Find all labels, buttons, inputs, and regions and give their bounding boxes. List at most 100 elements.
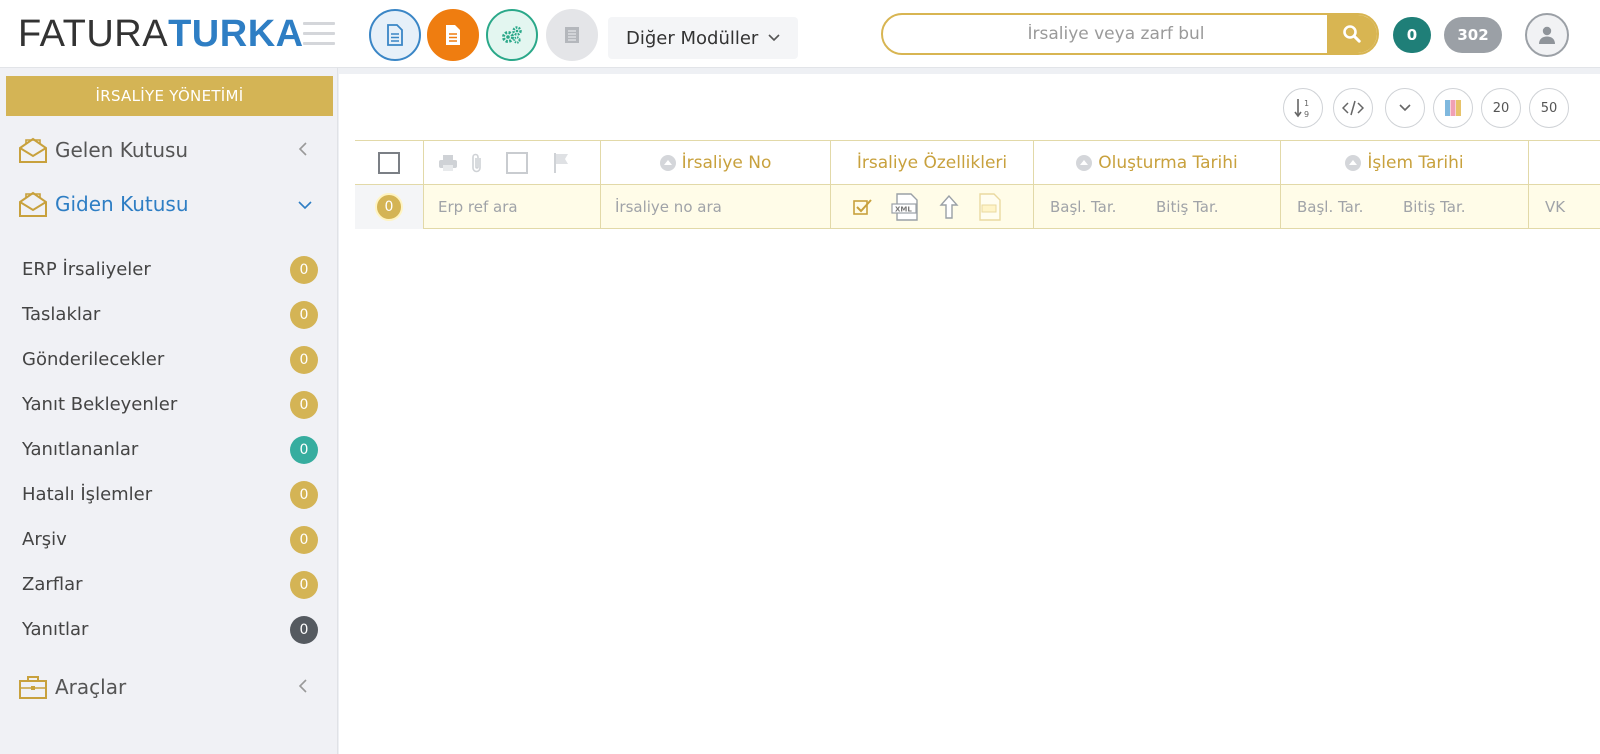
count-badge: 0 — [290, 391, 318, 419]
chevron-down-icon — [1399, 104, 1411, 112]
column-header-label: İşlem Tarihi — [1367, 153, 1464, 173]
sidebar-item-envelopes[interactable]: Zarflar 0 — [0, 564, 338, 604]
document-filled-icon — [446, 25, 460, 45]
column-header-created-date[interactable]: Oluşturma Tarihi — [1034, 141, 1281, 185]
sidebar-item-responded[interactable]: Yanıtlananlar 0 — [0, 429, 338, 469]
sidebar-section-outbox[interactable]: Giden Kutusu — [0, 184, 338, 224]
sidebar-section-label: Giden Kutusu — [55, 192, 189, 216]
process-start-date-input[interactable] — [1297, 196, 1397, 218]
print-icon[interactable] — [438, 154, 458, 172]
sidebar-item-label: ERP İrsaliyeler — [22, 259, 151, 280]
sidebar-item-awaiting-response[interactable]: Yanıt Bekleyenler 0 — [0, 384, 338, 424]
other-modules-dropdown[interactable]: Diğer Modüller — [608, 17, 799, 59]
sidebar-item-label: Hatalı İşlemler — [22, 484, 153, 505]
column-header-waybill-no[interactable]: İrsaliye No — [601, 141, 831, 185]
waybill-no-search-input[interactable] — [615, 196, 815, 218]
count-badge: 0 — [290, 526, 318, 554]
sort-up-icon — [1345, 155, 1362, 171]
sidebar-section-label: Gelen Kutusu — [55, 138, 189, 162]
waybill-grid: İrsaliye No İrsaliye Özellikleri Oluştur… — [355, 140, 1600, 229]
expand-options-button[interactable] — [1385, 88, 1425, 128]
select-all-cell — [355, 141, 424, 185]
vkn-filter-cell — [1529, 185, 1600, 229]
svg-text:1: 1 — [1304, 99, 1309, 108]
created-end-date-input[interactable] — [1156, 196, 1266, 218]
count-badge: 0 — [290, 436, 318, 464]
code-icon — [1342, 100, 1364, 116]
flag-icon[interactable] — [552, 152, 570, 174]
sidebar-item-archive[interactable]: Arşiv 0 — [0, 519, 338, 559]
vkn-search-input[interactable] — [1545, 196, 1595, 218]
chevron-left-icon — [298, 140, 308, 161]
main-content: 1 9 20 50 İrsaliye No İrsaliye Özellikle… — [339, 74, 1600, 754]
sort-up-icon — [659, 155, 676, 171]
sidebar-item-drafts[interactable]: Taslaklar 0 — [0, 294, 338, 334]
sidebar: İRSALİYE YÖNETİMİ Gelen Kutusu Giden Kut… — [0, 68, 338, 754]
sidebar-item-responses[interactable]: Yanıtlar 0 — [0, 609, 338, 649]
column-header-label: İrsaliye Özellikleri — [856, 153, 1008, 173]
logo-text-part1: FATURA — [18, 13, 169, 55]
process-end-date-input[interactable] — [1403, 196, 1513, 218]
count-badge: 0 — [290, 571, 318, 599]
select-all-checkbox[interactable] — [378, 152, 400, 174]
checkbox-checked-icon[interactable] — [853, 198, 873, 216]
sidebar-item-label: Yanıtlananlar — [22, 439, 139, 460]
column-header-label: İrsaliye No — [681, 153, 772, 173]
search-button[interactable] — [1327, 15, 1377, 53]
sidebar-section-inbox[interactable]: Gelen Kutusu — [0, 130, 338, 170]
page-size-20-button[interactable]: 20 — [1481, 88, 1521, 128]
count-badge: 0 — [290, 346, 318, 374]
sidebar-item-label: Yanıtlar — [22, 619, 89, 640]
search-icon — [1343, 25, 1361, 43]
integration-module-button[interactable] — [486, 9, 538, 61]
message-count-badge[interactable]: 302 — [1444, 17, 1502, 53]
gears-icon — [502, 26, 522, 44]
logo-text-part2: TURKA — [168, 13, 304, 55]
menu-toggle-icon[interactable] — [303, 22, 335, 46]
app-logo[interactable]: FATURATURKA — [18, 14, 304, 54]
columns-icon — [1445, 100, 1461, 116]
column-header-waybill-features[interactable]: İrsaliye Özellikleri — [831, 141, 1034, 185]
code-view-button[interactable] — [1333, 88, 1373, 128]
column-header-vkn[interactable] — [1529, 141, 1600, 185]
svg-text:9: 9 — [1304, 110, 1309, 119]
created-start-date-input[interactable] — [1050, 196, 1150, 218]
selected-count-badge: 0 — [375, 193, 403, 221]
xml-file-icon[interactable]: XML — [891, 193, 921, 221]
paperclip-icon[interactable] — [470, 152, 484, 174]
count-badge: 0 — [290, 256, 318, 284]
search-input[interactable] — [883, 15, 1329, 53]
sidebar-item-to-be-sent[interactable]: Gönderilecekler 0 — [0, 339, 338, 379]
notification-count-badge[interactable]: 0 — [1393, 17, 1431, 53]
book-icon — [565, 27, 579, 43]
erp-ref-search-input[interactable] — [438, 196, 588, 218]
sidebar-item-label: Arşiv — [22, 529, 67, 550]
flag-filter-checkbox[interactable] — [506, 152, 528, 174]
action-icons-cell — [424, 141, 601, 185]
envelope-open-icon — [18, 136, 48, 168]
arrow-up-icon[interactable] — [939, 194, 959, 220]
document-module-button[interactable] — [369, 9, 421, 61]
selected-count-cell: 0 — [355, 185, 424, 229]
pdf-file-icon[interactable] — [977, 193, 1003, 221]
sort-up-icon — [1076, 155, 1093, 171]
chevron-down-icon — [768, 30, 780, 46]
document-icon — [387, 24, 403, 46]
page-size-50-button[interactable]: 50 — [1529, 88, 1569, 128]
user-icon — [1539, 26, 1555, 44]
top-header: FATURATURKA Diğer Modüller İrsaliye veya… — [0, 0, 1600, 68]
other-modules-label: Diğer Modüller — [626, 27, 759, 49]
sidebar-item-erp-waybills[interactable]: ERP İrsaliyeler 0 — [0, 249, 338, 289]
sidebar-item-failed-operations[interactable]: Hatalı İşlemler 0 — [0, 474, 338, 514]
column-chooser-button[interactable] — [1433, 88, 1473, 128]
sidebar-section-label: Araçlar — [55, 675, 127, 699]
sort-order-button[interactable]: 1 9 — [1283, 88, 1323, 128]
sidebar-section-tools[interactable]: Araçlar — [0, 667, 338, 707]
ledger-module-button[interactable] — [546, 9, 598, 61]
features-filter-cell: XML — [831, 185, 1034, 229]
user-avatar[interactable] — [1525, 13, 1569, 57]
column-header-process-date[interactable]: İşlem Tarihi — [1281, 141, 1529, 185]
chevron-down-icon — [298, 194, 312, 215]
search-box — [881, 13, 1379, 55]
waybill-module-button[interactable] — [427, 9, 479, 61]
